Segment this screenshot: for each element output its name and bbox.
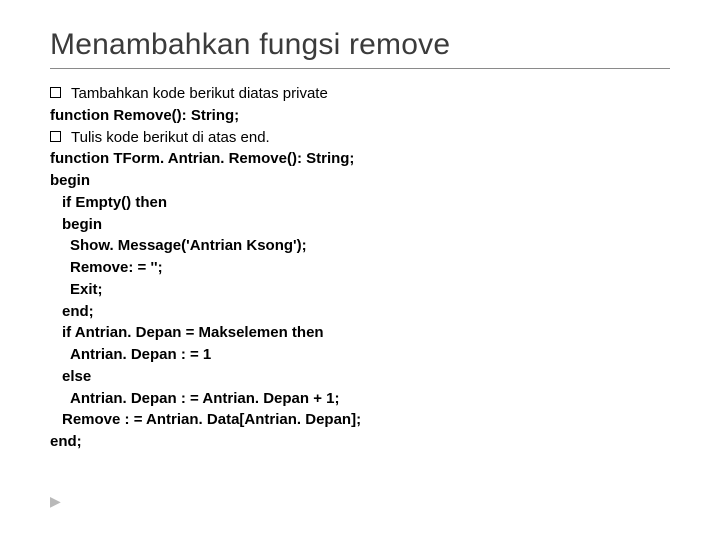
code-line: end;: [50, 301, 670, 323]
slide-body: Tambahkan kode berikut diatas private fu…: [50, 83, 670, 453]
code-line: Exit;: [50, 279, 670, 301]
bullet-item: Tulis kode berikut di atas end.: [50, 127, 670, 149]
code-line: Show. Message('Antrian Ksong');: [50, 235, 670, 257]
bullet-item: Tambahkan kode berikut diatas private: [50, 83, 670, 105]
bullet-text: Tulis kode berikut di atas end.: [71, 127, 270, 149]
code-line: function Remove(): String;: [50, 105, 670, 127]
code-line: end;: [50, 431, 670, 453]
code-line: begin: [50, 170, 670, 192]
code-line: function TForm. Antrian. Remove(): Strin…: [50, 148, 670, 170]
checkbox-icon: [50, 131, 61, 142]
code-line: Remove : = Antrian. Data[Antrian. Depan]…: [50, 409, 670, 431]
code-line: if Antrian. Depan = Makselemen then: [50, 322, 670, 344]
code-line: Remove: = '';: [50, 257, 670, 279]
checkbox-icon: [50, 87, 61, 98]
code-line: else: [50, 366, 670, 388]
slide: Menambahkan fungsi remove Tambahkan kode…: [0, 0, 720, 540]
code-line: if Empty() then: [50, 192, 670, 214]
title-underline: [50, 68, 670, 69]
slide-title: Menambahkan fungsi remove: [50, 28, 670, 62]
code-line: Antrian. Depan : = Antrian. Depan + 1;: [50, 388, 670, 410]
bullet-text: Tambahkan kode berikut diatas private: [71, 83, 328, 105]
footer-arrow-icon: ▶: [50, 493, 61, 510]
code-line: begin: [50, 214, 670, 236]
code-line: Antrian. Depan : = 1: [50, 344, 670, 366]
